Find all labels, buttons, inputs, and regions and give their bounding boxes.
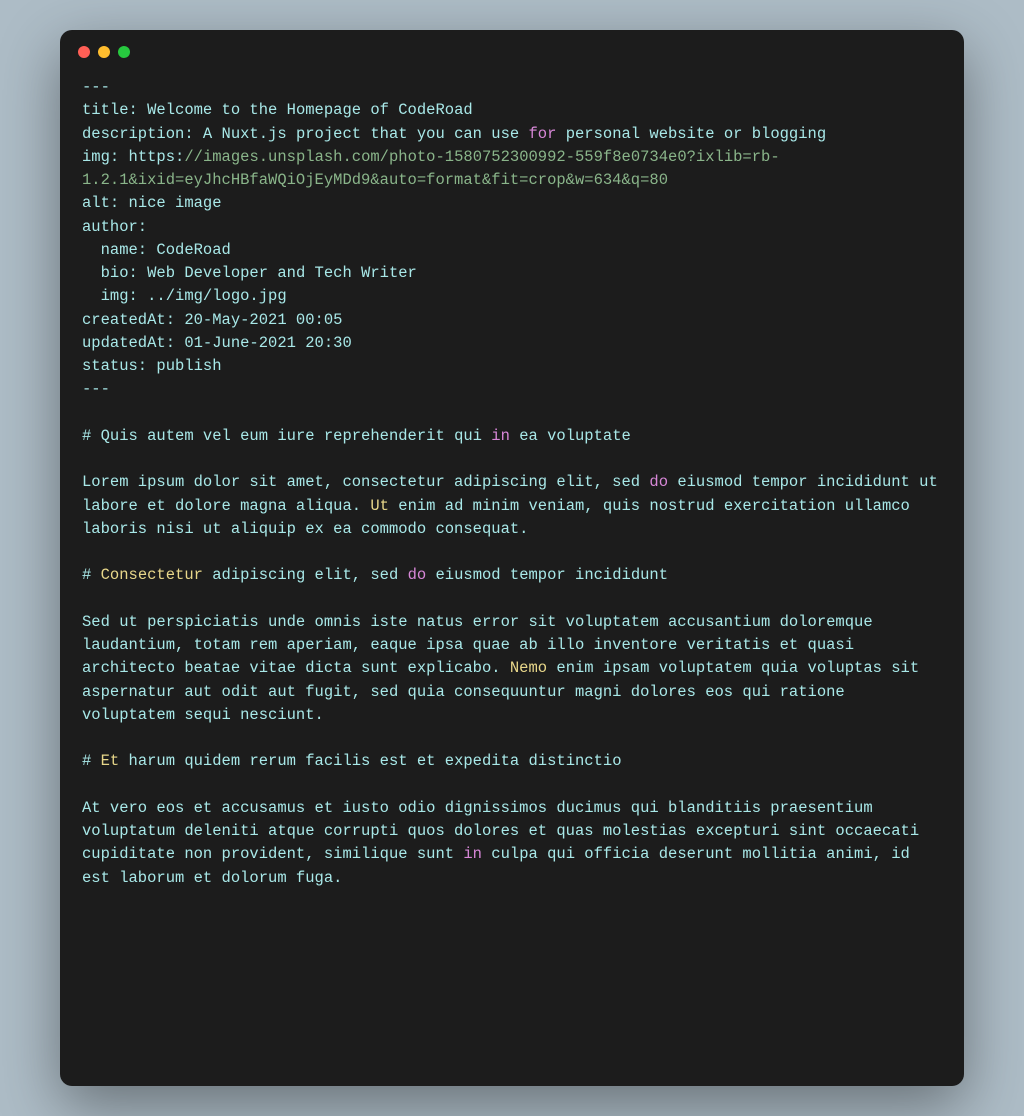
maximize-icon[interactable] xyxy=(118,46,130,58)
frontmatter-open: --- xyxy=(82,76,942,99)
minimize-icon[interactable] xyxy=(98,46,110,58)
fm-status: status: publish xyxy=(82,355,942,378)
fm-createdAt: createdAt: 20-May-2021 00:05 xyxy=(82,309,942,332)
heading-1: # Quis autem vel eum iure reprehenderit … xyxy=(82,425,942,448)
fm-author: author: xyxy=(82,216,942,239)
window-titlebar xyxy=(60,30,964,58)
blank-line xyxy=(82,448,942,471)
fm-description: description: A Nuxt.js project that you … xyxy=(82,123,942,146)
fm-author-img: img: ../img/logo.jpg xyxy=(82,285,942,308)
fm-author-name: name: CodeRoad xyxy=(82,239,942,262)
close-icon[interactable] xyxy=(78,46,90,58)
fm-author-bio: bio: Web Developer and Tech Writer xyxy=(82,262,942,285)
paragraph-1: Lorem ipsum dolor sit amet, consectetur … xyxy=(82,471,942,541)
fm-img: img: https://images.unsplash.com/photo-1… xyxy=(82,146,942,193)
code-content: ---title: Welcome to the Homepage of Cod… xyxy=(60,58,964,912)
heading-2: # Consectetur adipiscing elit, sed do ei… xyxy=(82,564,942,587)
blank-line xyxy=(82,402,942,425)
paragraph-2: Sed ut perspiciatis unde omnis iste natu… xyxy=(82,611,942,727)
heading-3: # Et harum quidem rerum facilis est et e… xyxy=(82,750,942,773)
blank-line xyxy=(82,774,942,797)
fm-title: title: Welcome to the Homepage of CodeRo… xyxy=(82,99,942,122)
fm-alt: alt: nice image xyxy=(82,192,942,215)
frontmatter-close: --- xyxy=(82,378,942,401)
fm-updatedAt: updatedAt: 01-June-2021 20:30 xyxy=(82,332,942,355)
paragraph-3: At vero eos et accusamus et iusto odio d… xyxy=(82,797,942,890)
blank-line xyxy=(82,727,942,750)
blank-line xyxy=(82,541,942,564)
blank-line xyxy=(82,588,942,611)
code-editor-window: ---title: Welcome to the Homepage of Cod… xyxy=(60,30,964,1086)
